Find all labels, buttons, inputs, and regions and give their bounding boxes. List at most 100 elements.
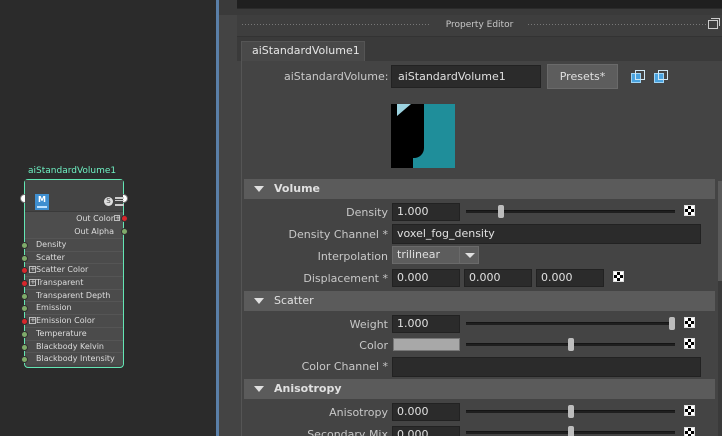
scatter-color-swatch[interactable] — [393, 338, 460, 351]
input-port[interactable] — [21, 318, 28, 326]
attribute-list-icon[interactable] — [115, 197, 124, 206]
output-port[interactable] — [121, 228, 128, 235]
input-port[interactable] — [21, 305, 28, 313]
node-input-row[interactable]: + Scatter Color — [21, 263, 123, 276]
section-anisotropy-header[interactable]: Anisotropy — [244, 379, 715, 399]
section-title: Anisotropy — [274, 382, 342, 395]
density-slider[interactable] — [466, 205, 675, 218]
presets-button[interactable]: Presets* — [547, 64, 618, 89]
expand-icon[interactable]: + — [114, 215, 121, 222]
node-name-input[interactable]: aiStandardVolume1 — [391, 65, 541, 88]
color-channel-field[interactable] — [392, 357, 701, 377]
color-slider[interactable] — [466, 338, 675, 351]
node-type-label: aiStandardVolume: — [284, 70, 389, 83]
node-input-label: Emission — [36, 303, 72, 313]
output-out-alpha[interactable]: Out Alpha — [25, 225, 128, 238]
slider-handle[interactable] — [498, 205, 504, 218]
density-field[interactable]: 1.000 — [392, 203, 460, 221]
dropdown-arrow-icon[interactable] — [459, 246, 479, 264]
scrollbar[interactable] — [718, 181, 722, 436]
input-port[interactable] — [21, 356, 28, 364]
input-port[interactable] — [21, 242, 28, 249]
section-title: Volume — [274, 182, 320, 195]
input-port[interactable] — [21, 343, 28, 351]
tab-aistandardvolume1[interactable]: aiStandardVolume1 — [241, 41, 365, 61]
node-editor-canvas[interactable]: aiStandardVolume1 M S Out Color + Out Al… — [0, 0, 216, 436]
input-port[interactable] — [21, 267, 28, 275]
slider-handle[interactable] — [568, 426, 574, 436]
panel-title-bar[interactable]: Property Editor — [237, 15, 722, 37]
node-input-label: Blackbody Intensity — [36, 354, 115, 364]
swatch-highlight — [397, 104, 411, 116]
node-input-label: Scatter Color — [36, 265, 89, 275]
shader-node[interactable]: aiStandardVolume1 M S Out Color + Out Al… — [20, 166, 128, 368]
anisotropy-field[interactable]: 0.000 — [392, 403, 460, 421]
map-button-icon[interactable] — [684, 317, 695, 328]
collapse-arrow-icon[interactable] — [254, 186, 264, 192]
secondary-mix-field[interactable]: 0.000 — [392, 426, 460, 436]
displacement-y-field[interactable]: 0.000 — [464, 269, 532, 287]
node-input-row[interactable]: Scatter — [21, 250, 123, 264]
node-input-row[interactable]: Emission — [21, 301, 123, 314]
section-scatter-header[interactable]: Scatter — [244, 291, 715, 311]
node-input-row[interactable]: Blackbody Kelvin — [21, 339, 123, 353]
property-editor-panel: Property Editor aiStandardVolume1 aiStan… — [219, 0, 722, 436]
weight-label: Weight — [349, 318, 388, 331]
node-input-row[interactable]: Blackbody Intensity — [21, 352, 123, 365]
node-input-label: Blackbody Kelvin — [36, 341, 104, 351]
input-port[interactable] — [21, 254, 28, 262]
weight-slider[interactable] — [466, 317, 675, 330]
input-port[interactable] — [21, 330, 28, 338]
node-input-label: Density — [36, 240, 67, 249]
node-title: aiStandardVolume1 — [28, 166, 117, 176]
displacement-x-field[interactable]: 0.000 — [392, 269, 460, 287]
slider-handle[interactable] — [568, 338, 574, 351]
node-input-row[interactable]: Transparent Depth — [21, 288, 123, 302]
scrollbar-thumb[interactable] — [718, 181, 722, 281]
expand-icon[interactable]: + — [29, 317, 36, 325]
collapse-arrow-icon[interactable] — [254, 386, 264, 392]
density-channel-field[interactable]: voxel_fog_density — [392, 224, 701, 244]
weight-field[interactable]: 1.000 — [392, 315, 460, 333]
copy-tab-icon[interactable] — [631, 70, 645, 83]
density-label: Density — [346, 206, 388, 219]
map-button-icon[interactable] — [684, 427, 695, 436]
secondary-mix-slider[interactable] — [466, 426, 675, 436]
node-input-row[interactable]: + Emission Color — [21, 314, 123, 327]
map-button-icon[interactable] — [684, 338, 695, 349]
map-button-icon[interactable] — [613, 271, 624, 282]
expand-icon[interactable]: + — [29, 279, 36, 287]
section-title: Scatter — [274, 294, 314, 307]
interpolation-dropdown[interactable]: trilinear — [392, 246, 460, 264]
map-button-icon[interactable] — [684, 205, 695, 216]
node-name-row: aiStandardVolume: aiStandardVolume1 Pres… — [242, 64, 722, 89]
expand-icon[interactable]: + — [29, 266, 36, 274]
node-input-label: Transparent — [36, 278, 84, 288]
top-strip — [219, 0, 722, 15]
section-volume-header[interactable]: Volume — [244, 179, 715, 199]
anisotropy-label: Anisotropy — [329, 406, 388, 419]
node-input-label: Emission Color — [36, 316, 96, 326]
output-out-color[interactable]: Out Color + — [25, 212, 128, 225]
input-port[interactable] — [21, 280, 28, 288]
material-icon: M — [35, 194, 49, 210]
displacement-z-field[interactable]: 0.000 — [536, 269, 604, 287]
input-port[interactable] — [21, 292, 28, 300]
node-input-row[interactable]: + Transparent — [21, 276, 123, 289]
secondary-mix-label: Secondary Mix — [307, 428, 388, 436]
swatch-toggle-icon[interactable]: S — [104, 197, 113, 206]
node-input-row[interactable]: Temperature — [21, 326, 123, 340]
float-window-icon[interactable] — [708, 18, 720, 29]
collapse-arrow-icon[interactable] — [254, 298, 264, 304]
node-header: M S — [25, 180, 124, 212]
slider-handle[interactable] — [568, 405, 574, 418]
node-input-label: Scatter — [36, 252, 65, 262]
anisotropy-slider[interactable] — [466, 405, 675, 418]
output-port[interactable] — [121, 215, 128, 222]
property-editor-body: aiStandardVolume1 aiStandardVolume: aiSt… — [237, 37, 722, 436]
slider-handle[interactable] — [669, 317, 675, 330]
show-hide-icon[interactable] — [654, 70, 668, 83]
node-input-row[interactable]: Density — [21, 238, 123, 251]
map-button-icon[interactable] — [684, 405, 695, 416]
color-channel-label: Color Channel * — [301, 360, 388, 373]
